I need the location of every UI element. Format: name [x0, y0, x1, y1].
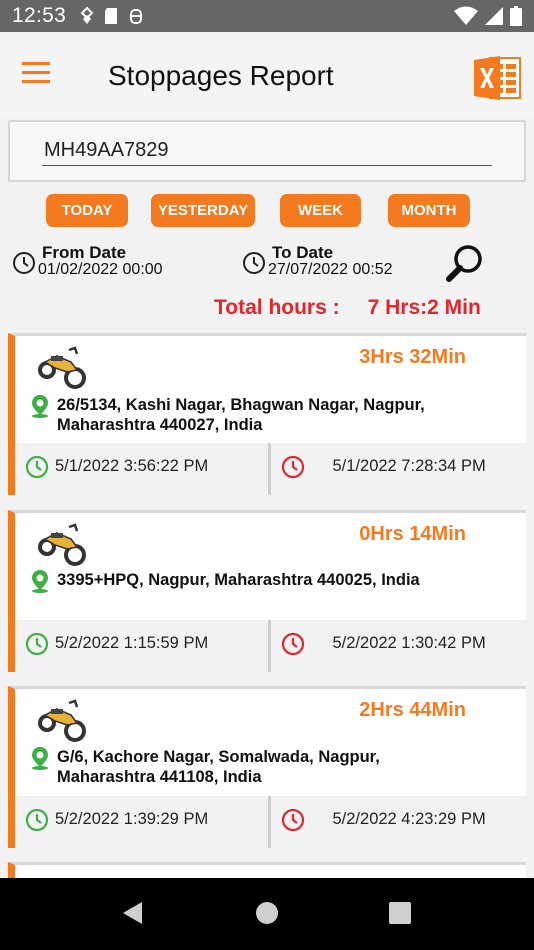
total-hours-value: 7 Hrs:2 Min [367, 296, 481, 319]
end-time: 5/2/2022 1:30:42 PM [271, 620, 527, 672]
recents-icon[interactable] [388, 900, 412, 926]
motorbike-icon [38, 523, 86, 566]
location-pin-icon [32, 747, 48, 770]
from-date-picker[interactable]: From Date 01/02/2022 00:00 [12, 243, 212, 283]
location-pin-icon [32, 395, 48, 418]
wifi-icon [454, 6, 478, 25]
motorbike-icon [38, 699, 86, 742]
total-hours: Total hours : 7 Hrs:2 Min [214, 296, 481, 320]
to-date-value: 27/07/2022 00:52 [268, 261, 393, 278]
motorbike-icon [38, 346, 86, 389]
month-button[interactable]: MONTH [388, 194, 470, 227]
signal-icon [485, 7, 503, 25]
stoppage-card-partial [8, 862, 526, 878]
search-icon[interactable] [444, 242, 486, 284]
end-clock-icon [281, 632, 304, 656]
today-button[interactable]: TODAY [46, 194, 128, 227]
data-saver-icon [80, 7, 94, 24]
excel-export-icon[interactable] [472, 54, 522, 102]
start-time: 5/1/2022 3:56:22 PM [15, 443, 271, 495]
vehicle-number-input[interactable] [42, 136, 492, 166]
yesterday-button[interactable]: YESTERDAY [151, 194, 255, 227]
start-clock-icon [25, 455, 49, 479]
to-date-label: To Date [272, 243, 334, 262]
stoppage-duration: 2Hrs 44Min [359, 699, 466, 721]
stoppage-card[interactable]: 3Hrs 32Min 26/5134, Kashi Nagar, Bhagwan… [8, 333, 526, 495]
start-clock-icon [25, 632, 49, 656]
menu-button[interactable] [22, 62, 62, 88]
status-bar: 12:53 [0, 0, 534, 32]
from-date-label: From Date [42, 243, 127, 262]
stoppage-duration: 3Hrs 32Min [359, 346, 466, 368]
stoppage-address: 26/5134, Kashi Nagar, Bhagwan Nagar, Nag… [57, 396, 425, 434]
stoppage-duration: 0Hrs 14Min [359, 523, 466, 545]
app-bar: Stoppages Report [0, 32, 534, 117]
end-time: 5/2/2022 4:23:29 PM [271, 796, 527, 848]
start-time: 5/2/2022 1:15:59 PM [15, 620, 271, 672]
page-title: Stoppages Report [108, 60, 334, 91]
system-nav-bar [0, 878, 534, 950]
stoppage-card[interactable]: 2Hrs 44Min G/6, Kachore Nagar, Somalwada… [8, 686, 526, 848]
start-time: 5/2/2022 1:39:29 PM [15, 796, 271, 848]
clock-icon [13, 252, 35, 274]
stoppage-card[interactable]: 0Hrs 14Min 3395+HPQ, Nagpur, Maharashtra… [8, 510, 526, 672]
stoppage-address: G/6, Kachore Nagar, Somalwada, Nagpur, M… [57, 748, 380, 786]
to-date-picker[interactable]: To Date 27/07/2022 00:52 [242, 243, 442, 283]
stoppage-address: 3395+HPQ, Nagpur, Maharashtra 440025, In… [57, 571, 420, 589]
end-clock-icon [281, 808, 304, 832]
week-button[interactable]: WEEK [280, 194, 361, 227]
battery-icon [510, 6, 522, 26]
sd-card-icon [105, 8, 118, 24]
menu-icon [22, 62, 50, 65]
vehicle-input-container [8, 120, 526, 182]
start-clock-icon [25, 808, 49, 832]
end-clock-icon [281, 455, 304, 479]
end-time: 5/1/2022 7:28:34 PM [271, 443, 527, 495]
bug-icon [130, 9, 143, 24]
location-pin-icon [32, 570, 48, 593]
status-time: 12:53 [12, 4, 67, 27]
back-icon[interactable] [120, 900, 146, 926]
clock-icon [243, 252, 265, 274]
home-icon[interactable] [255, 900, 279, 926]
total-hours-label: Total hours : [214, 296, 340, 319]
from-date-value: 01/02/2022 00:00 [38, 261, 163, 278]
period-filter: TODAY YESTERDAY WEEK MONTH [0, 194, 534, 228]
